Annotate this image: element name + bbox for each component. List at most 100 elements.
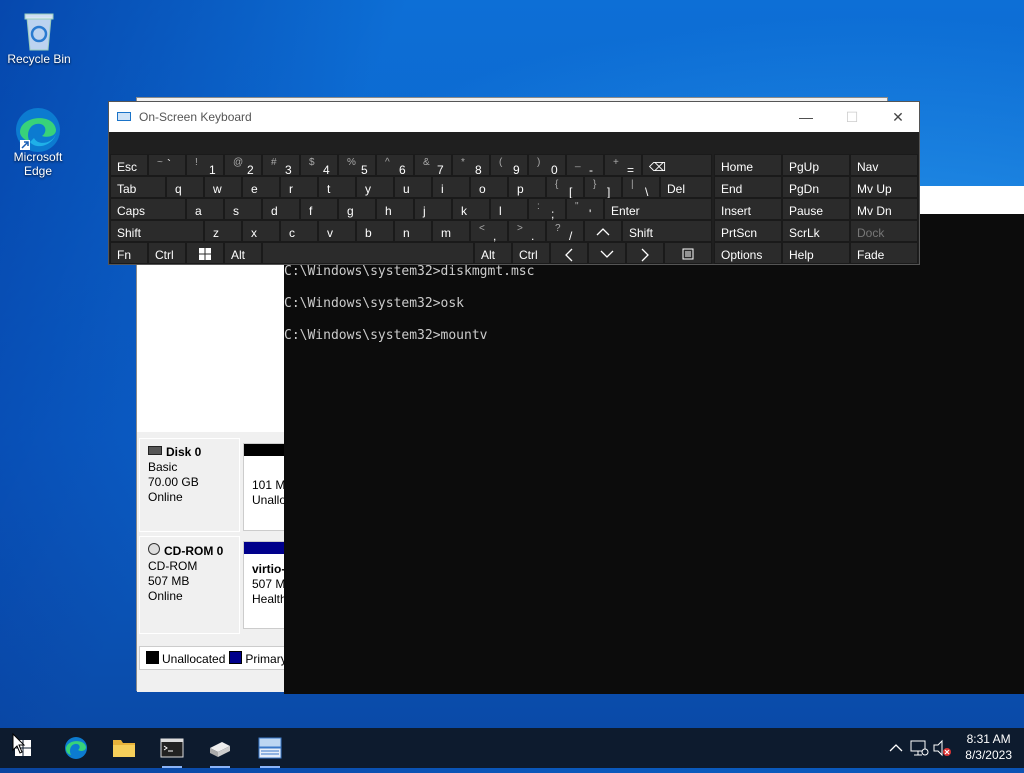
key-m[interactable]: m	[432, 220, 470, 242]
key-2[interactable]: @2	[224, 154, 262, 177]
key-y[interactable]: y	[356, 176, 394, 198]
key-esc[interactable]: Esc	[110, 154, 148, 176]
key-equals[interactable]: + =	[604, 154, 642, 177]
key-w[interactable]: w	[204, 176, 242, 198]
taskbar-disk-management[interactable]	[196, 728, 244, 768]
key-period[interactable]: >.	[508, 220, 546, 243]
key-u[interactable]: u	[394, 176, 432, 198]
network-button[interactable]	[908, 728, 930, 768]
key-menu[interactable]	[664, 242, 712, 264]
key-options[interactable]: Options	[714, 242, 782, 264]
key-n[interactable]: n	[394, 220, 432, 242]
key-mv-up[interactable]: Mv Up	[850, 176, 918, 198]
cdrom-0-partition[interactable]: virtio- 507 MI Health	[243, 541, 285, 629]
key-space[interactable]	[262, 242, 474, 264]
key-semicolon[interactable]: :;	[528, 198, 566, 221]
key-j[interactable]: j	[414, 198, 452, 220]
key-help[interactable]: Help	[782, 242, 850, 264]
key-a[interactable]: a	[186, 198, 224, 220]
key-b[interactable]: b	[356, 220, 394, 242]
key-tab[interactable]: Tab	[110, 176, 166, 198]
key-left-bracket[interactable]: {[	[546, 176, 584, 199]
key-backtick[interactable]: ~ `	[148, 154, 186, 176]
key-minus[interactable]: _ -	[566, 154, 604, 177]
key-comma[interactable]: <,	[470, 220, 508, 243]
key-x[interactable]: x	[242, 220, 280, 242]
key-l[interactable]: l	[490, 198, 528, 220]
key-q[interactable]: q	[166, 176, 204, 198]
key-fn[interactable]: Fn	[110, 242, 148, 264]
key-0[interactable]: ) 0	[528, 154, 566, 177]
key-right-arrow[interactable]	[626, 242, 664, 264]
key-slash[interactable]: ? /	[546, 220, 584, 243]
key-prtscn[interactable]: PrtScn	[714, 220, 782, 242]
key-ctrl-left[interactable]: Ctrl	[148, 242, 186, 264]
key-enter[interactable]: Enter	[604, 198, 712, 220]
volume-list-pane[interactable]	[137, 266, 286, 426]
key-f[interactable]: f	[300, 198, 338, 220]
key-9[interactable]: (9	[490, 154, 528, 177]
key-ctrl-right[interactable]: Ctrl	[512, 242, 550, 264]
taskbar-on-screen-keyboard[interactable]	[246, 728, 294, 768]
key-backspace[interactable]: ⌫	[642, 154, 712, 176]
key-left-arrow[interactable]	[550, 242, 588, 264]
key-shift-right[interactable]: Shift	[622, 220, 712, 242]
disk-0-label[interactable]: Disk 0 Basic 70.00 GB Online	[139, 438, 240, 532]
key-d[interactable]: d	[262, 198, 300, 220]
key-4[interactable]: $4	[300, 154, 338, 177]
command-prompt-window[interactable]: C:\Windows\system32>diskmgmt.msc C:\Wind…	[284, 214, 1024, 694]
key-windows[interactable]	[186, 242, 224, 264]
key-alt-right[interactable]: Alt	[474, 242, 512, 264]
key-down-arrow[interactable]	[588, 242, 626, 264]
key-s[interactable]: s	[224, 198, 262, 220]
key-del[interactable]: Del	[660, 176, 712, 198]
key-end[interactable]: End	[714, 176, 782, 198]
key-shift-left[interactable]: Shift	[110, 220, 204, 242]
key-alt-left[interactable]: Alt	[224, 242, 262, 264]
key-pause[interactable]: Pause	[782, 198, 850, 220]
clock[interactable]: 8:31 AM 8/3/2023	[965, 731, 1012, 763]
key-scrlk[interactable]: ScrLk	[782, 220, 850, 242]
minimize-button[interactable]: —	[783, 102, 829, 132]
key-mv-dn[interactable]: Mv Dn	[850, 198, 918, 220]
taskbar-command-prompt[interactable]	[148, 728, 196, 768]
key-z[interactable]: z	[204, 220, 242, 242]
show-hidden-icons-button[interactable]	[884, 728, 908, 768]
key-caps[interactable]: Caps	[110, 198, 186, 220]
key-home[interactable]: Home	[714, 154, 782, 176]
key-pgup[interactable]: PgUp	[782, 154, 850, 176]
key-dock[interactable]: Dock	[850, 220, 918, 242]
key-o[interactable]: o	[470, 176, 508, 198]
key-3[interactable]: #3	[262, 154, 300, 177]
key-r[interactable]: r	[280, 176, 318, 198]
key-6[interactable]: ^ 6	[376, 154, 414, 177]
key-quote[interactable]: " '	[566, 198, 604, 221]
disk-0-partition[interactable]: 101 MI Unallo	[243, 443, 285, 531]
key-h[interactable]: h	[376, 198, 414, 220]
key-p[interactable]: p	[508, 176, 546, 198]
taskbar-file-explorer[interactable]	[100, 728, 148, 768]
key-v[interactable]: v	[318, 220, 356, 242]
key-right-bracket[interactable]: }]	[584, 176, 622, 199]
key-i[interactable]: i	[432, 176, 470, 198]
key-up-arrow[interactable]	[584, 220, 622, 242]
key-e[interactable]: e	[242, 176, 280, 198]
taskbar-edge[interactable]	[52, 728, 100, 768]
volume-button[interactable]	[930, 728, 954, 768]
key-t[interactable]: t	[318, 176, 356, 198]
key-backslash[interactable]: | \	[622, 176, 660, 199]
key-k[interactable]: k	[452, 198, 490, 220]
key-pgdn[interactable]: PgDn	[782, 176, 850, 198]
key-7[interactable]: & 7	[414, 154, 452, 177]
cdrom-0-label[interactable]: CD-ROM 0 CD-ROM 507 MB Online	[139, 536, 240, 634]
key-8[interactable]: * 8	[452, 154, 490, 177]
key-fade[interactable]: Fade	[850, 242, 918, 264]
key-g[interactable]: g	[338, 198, 376, 220]
key-insert[interactable]: Insert	[714, 198, 782, 220]
close-button[interactable]: ✕	[875, 102, 921, 132]
key-1[interactable]: ! 1	[186, 154, 224, 177]
desktop-icon-edge[interactable]: Microsoft Edge	[0, 106, 76, 178]
desktop-icon-recycle-bin[interactable]: Recycle Bin	[1, 8, 77, 66]
osk-titlebar[interactable]: On-Screen Keyboard — ☐ ✕	[109, 102, 919, 132]
key-c[interactable]: c	[280, 220, 318, 242]
